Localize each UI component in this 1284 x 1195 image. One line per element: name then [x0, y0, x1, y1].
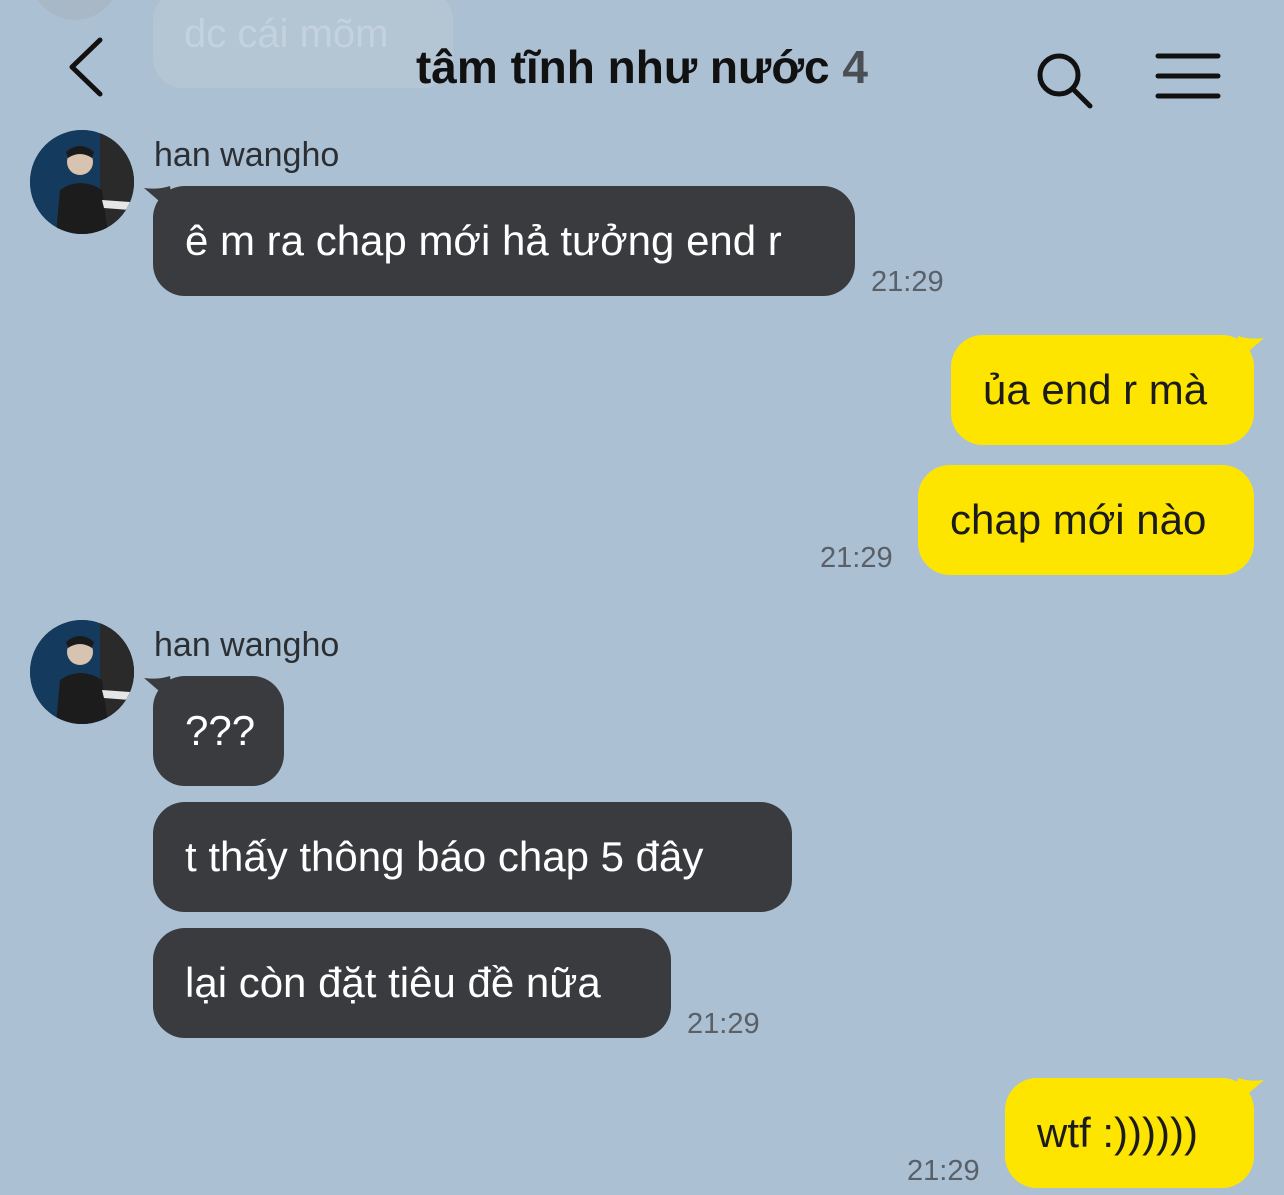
profile-photo [30, 620, 134, 724]
menu-button[interactable] [1152, 48, 1224, 104]
search-button[interactable] [1032, 48, 1096, 112]
message-bubble-incoming[interactable]: t thấy thông báo chap 5 đây [153, 802, 792, 912]
message-bubble-outgoing[interactable]: chap mới nào [918, 465, 1254, 575]
avatar[interactable] [30, 130, 134, 234]
message-time: 21:29 [820, 542, 893, 574]
message-bubble-incoming[interactable]: ??? [153, 676, 284, 786]
message-bubble-incoming[interactable]: ê m ra chap mới hả tưởng end r [153, 186, 855, 296]
search-icon [1037, 53, 1093, 109]
previous-avatar [30, 0, 120, 20]
member-count: 4 [842, 41, 868, 93]
sender-name: han wangho [154, 626, 340, 664]
sender-name: han wangho [154, 136, 340, 174]
profile-photo [30, 130, 134, 234]
message-bubble-incoming[interactable]: lại còn đặt tiêu đề nữa [153, 928, 671, 1038]
chat-title-text: tâm tĩnh như nước [415, 41, 830, 93]
avatar[interactable] [30, 620, 134, 724]
hamburger-menu-icon [1155, 53, 1221, 99]
message-time: 21:29 [871, 266, 944, 298]
message-time: 21:29 [687, 1008, 760, 1040]
message-bubble-outgoing[interactable]: wtf :)))))) [1005, 1078, 1254, 1188]
message-bubble-outgoing[interactable]: ủa end r mà [951, 335, 1254, 445]
message-time: 21:29 [907, 1155, 980, 1187]
